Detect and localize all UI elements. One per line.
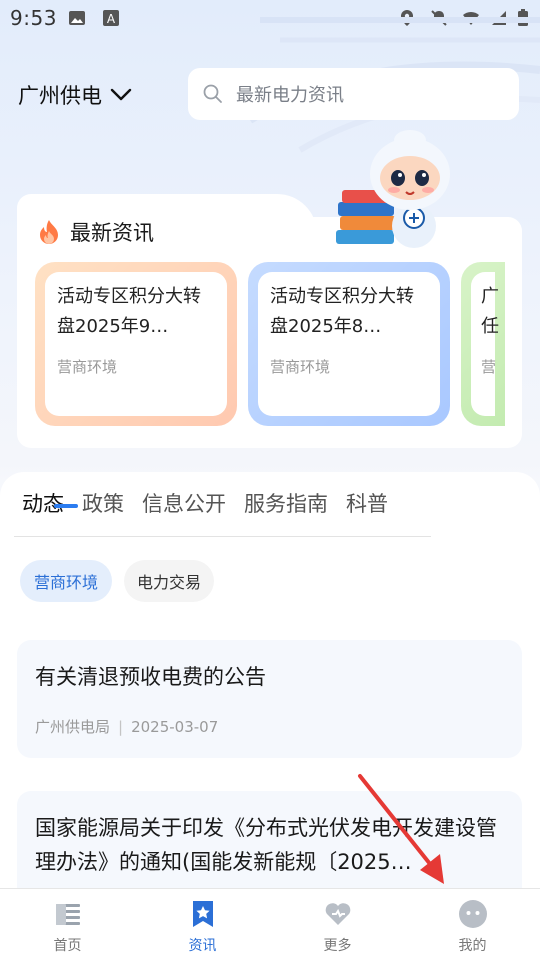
chevron-down-icon	[110, 88, 132, 101]
news-item-tag: 营商环境	[270, 358, 331, 376]
news-item-title: 活动专区积分大转盘2025年9…	[57, 286, 201, 337]
svg-text:A: A	[107, 12, 116, 26]
tab-policy[interactable]: 政策	[82, 488, 124, 518]
nav-profile-label: 我的	[458, 938, 487, 954]
search-placeholder: 最新电力资讯	[236, 85, 344, 106]
nav-home-label: 首页	[53, 938, 82, 954]
meta-separator: |	[118, 717, 124, 736]
fire-icon	[40, 220, 58, 244]
nav-more-label: 更多	[323, 938, 352, 954]
city-label: 广州供电	[18, 84, 102, 108]
bottom-navigation: 首页 资讯 更多 我的	[0, 888, 540, 960]
gallery-notification-icon	[69, 11, 85, 25]
nav-more[interactable]: 更多	[270, 889, 405, 960]
font-notification-icon: A	[103, 10, 119, 26]
news-item-tag: 营商环境	[57, 358, 118, 376]
status-time: 9:53	[10, 6, 57, 30]
nav-news[interactable]: 资讯	[135, 889, 270, 960]
news-item-title: 广任	[481, 286, 499, 337]
tabs-divider	[14, 536, 431, 537]
latest-news-heading: 最新资讯	[38, 217, 154, 247]
search-input[interactable]: 最新电力资讯	[188, 68, 519, 120]
search-icon	[203, 84, 222, 103]
more-heart-icon	[325, 903, 350, 925]
mascot-illustration	[336, 130, 450, 248]
latest-news-title: 最新资讯	[70, 221, 154, 245]
article-meta: 广州供电局 | 2025-03-07	[35, 716, 504, 737]
home-icon	[55, 904, 80, 925]
chip-power-trading[interactable]: 电力交易	[124, 560, 214, 602]
city-selector[interactable]: 广州供电	[18, 80, 132, 110]
nav-profile[interactable]: 我的	[405, 889, 540, 960]
nav-home[interactable]: 首页	[0, 889, 135, 960]
category-tabs: 动态 政策 信息公开 服务指南 科普	[22, 488, 388, 518]
article-source: 广州供电局	[35, 718, 111, 736]
news-bookmark-icon	[192, 901, 213, 927]
news-item-card[interactable]: 广任 营	[461, 262, 505, 426]
news-item-card[interactable]: 活动专区积分大转盘2025年8… 营商环境	[248, 262, 450, 426]
tab-service-guide[interactable]: 服务指南	[244, 488, 328, 518]
article-date: 2025-03-07	[131, 717, 219, 736]
profile-face-icon	[458, 900, 487, 928]
article-title: 有关清退预收电费的公告	[35, 665, 266, 689]
news-item-title: 活动专区积分大转盘2025年8…	[270, 286, 414, 337]
annotation-arrow	[358, 774, 444, 884]
tab-science[interactable]: 科普	[346, 488, 388, 518]
tab-dynamics[interactable]: 动态	[22, 488, 78, 518]
tab-info-disclosure[interactable]: 信息公开	[142, 488, 226, 518]
news-item-card[interactable]: 活动专区积分大转盘2025年9… 营商环境	[35, 262, 237, 426]
news-item-tag: 营	[481, 358, 497, 376]
article-card[interactable]: 有关清退预收电费的公告 广州供电局 | 2025-03-07	[17, 640, 522, 758]
chip-business-environment[interactable]: 营商环境	[20, 560, 112, 602]
nav-news-label: 资讯	[188, 938, 217, 954]
